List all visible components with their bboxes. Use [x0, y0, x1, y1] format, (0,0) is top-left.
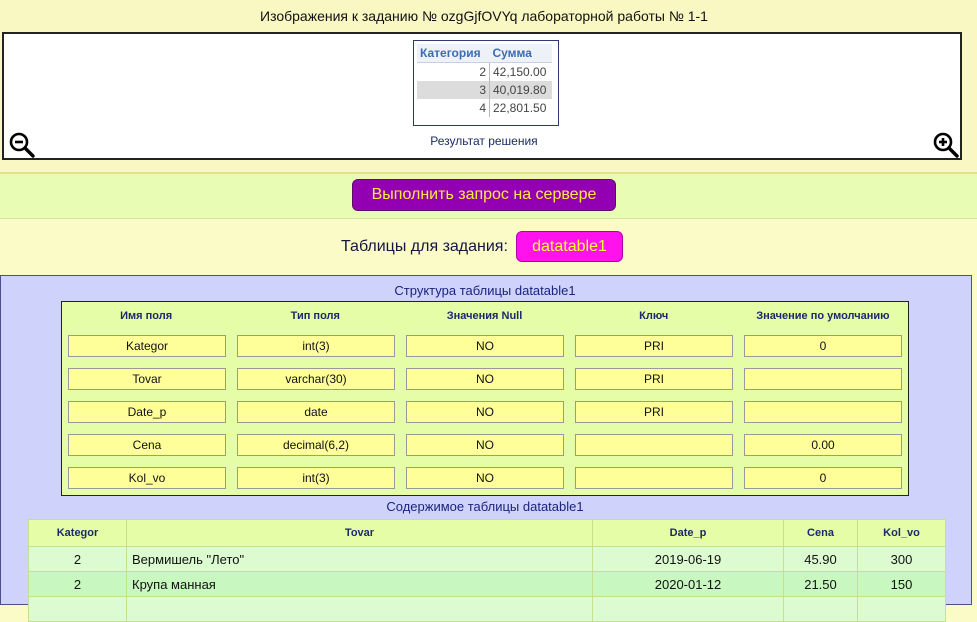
- table-info-panel: Структура таблицы datatable1 Имя поля Ти…: [0, 275, 972, 622]
- task-tables-label: Таблицы для задания:: [341, 238, 508, 255]
- field-default: 0.00: [744, 434, 902, 456]
- structure-header-cell: Значение по умолчанию: [739, 302, 909, 330]
- result-table-image: Категория Сумма 2 42,150.00 3 40,019.80 …: [413, 40, 559, 126]
- field-name: Tovar: [68, 368, 226, 390]
- field-type: int(3): [237, 335, 395, 357]
- structure-header-cell: Тип поля: [231, 302, 401, 330]
- content-cell: [783, 596, 858, 622]
- result-image-frame: Категория Сумма 2 42,150.00 3 40,019.80 …: [2, 32, 962, 160]
- images-panel: Изображения к заданию № ozgGjfOVYq лабор…: [0, 0, 977, 174]
- datatable1-button[interactable]: datatable1: [516, 231, 623, 262]
- field-key: PRI: [575, 368, 733, 390]
- field-key: [575, 467, 733, 489]
- table-row: [28, 596, 946, 622]
- field-name: Date_p: [68, 401, 226, 423]
- content-cell: Крупа манная: [126, 571, 593, 597]
- content-cell: [126, 596, 593, 622]
- field-name: Cena: [68, 434, 226, 456]
- content-cell: 150: [857, 571, 946, 597]
- result-cell: 40,019.80: [489, 81, 552, 99]
- field-null: NO: [406, 467, 564, 489]
- content-header-cell: Cena: [783, 519, 858, 547]
- content-cell: [28, 596, 127, 622]
- structure-header-cell: Значения Null: [400, 302, 570, 330]
- table-row: 2 Крупа манная 2020-01-12 21.50 150: [28, 571, 946, 597]
- result-cell: 42,150.00: [493, 65, 547, 79]
- content-header-row: Kategor Tovar Date_p Cena Kol_vo: [28, 519, 946, 547]
- field-default: 0: [744, 467, 902, 489]
- content-cell: 45.90: [783, 546, 858, 572]
- structure-header-cell: Ключ: [570, 302, 739, 330]
- result-col-header: Категория: [417, 44, 490, 63]
- content-cell: [857, 596, 946, 622]
- field-name: Kol_vo: [68, 467, 226, 489]
- field-default: 0: [744, 335, 902, 357]
- content-cell: 2020-01-12: [592, 571, 784, 597]
- content-table: Kategor Tovar Date_p Cena Kol_vo 2 Верми…: [28, 519, 946, 622]
- content-cell: 2: [28, 546, 127, 572]
- structure-table: Имя поля Тип поля Значения Null Ключ Зна…: [61, 301, 909, 496]
- content-title: Содержимое таблицы datatable1: [386, 499, 584, 514]
- content-header-cell: Date_p: [592, 519, 784, 547]
- content-header-cell: Tovar: [126, 519, 593, 547]
- field-type: decimal(6,2): [237, 434, 395, 456]
- content-cell: [592, 596, 784, 622]
- run-query-bar: Выполнить запрос на сервере: [0, 174, 977, 219]
- task-tables-bar: Таблицы для задания: datatable1: [0, 219, 977, 273]
- content-cell: 21.50: [783, 571, 858, 597]
- result-cell: 2: [417, 62, 490, 81]
- content-cell: 2: [28, 571, 127, 597]
- structure-header-row: Имя поля Тип поля Значения Null Ключ Зна…: [62, 302, 909, 330]
- structure-row: Tovar varchar(30) NO PRI: [62, 363, 908, 396]
- result-cell: 22,801.50: [493, 101, 547, 115]
- content-cell: Вермишель "Лето": [126, 546, 593, 572]
- result-cell: 4: [417, 99, 490, 117]
- structure-row: Kol_vo int(3) NO 0: [62, 462, 908, 495]
- field-name: Kategor: [68, 335, 226, 357]
- page-title: Изображения к заданию № ozgGjfOVYq лабор…: [260, 8, 708, 24]
- content-header-cell: Kategor: [28, 519, 127, 547]
- result-caption: Результат решения: [430, 134, 538, 148]
- result-cell: 3: [417, 81, 490, 99]
- result-col-header: Сумма: [489, 44, 552, 63]
- field-key: [575, 434, 733, 456]
- field-type: int(3): [237, 467, 395, 489]
- field-default: [744, 401, 902, 423]
- run-query-button[interactable]: Выполнить запрос на сервере: [352, 179, 616, 211]
- field-null: NO: [406, 335, 564, 357]
- field-null: NO: [406, 401, 564, 423]
- field-type: date: [237, 401, 395, 423]
- zoom-out-icon[interactable]: [9, 132, 35, 158]
- field-default: [744, 368, 902, 390]
- structure-row: Cena decimal(6,2) NO 0.00: [62, 429, 908, 462]
- field-key: PRI: [575, 335, 733, 357]
- content-header-cell: Kol_vo: [857, 519, 946, 547]
- zoom-in-icon[interactable]: [933, 132, 959, 158]
- content-cell: 300: [857, 546, 946, 572]
- field-null: NO: [406, 434, 564, 456]
- field-type: varchar(30): [237, 368, 395, 390]
- field-key: PRI: [575, 401, 733, 423]
- structure-title: Структура таблицы datatable1: [394, 283, 576, 298]
- field-null: NO: [406, 368, 564, 390]
- structure-header-cell: Имя поля: [62, 302, 232, 330]
- structure-row: Kategor int(3) NO PRI 0: [62, 330, 908, 363]
- content-cell: 2019-06-19: [592, 546, 784, 572]
- table-row: 2 Вермишель "Лето" 2019-06-19 45.90 300: [28, 546, 946, 572]
- structure-row: Date_p date NO PRI: [62, 396, 908, 429]
